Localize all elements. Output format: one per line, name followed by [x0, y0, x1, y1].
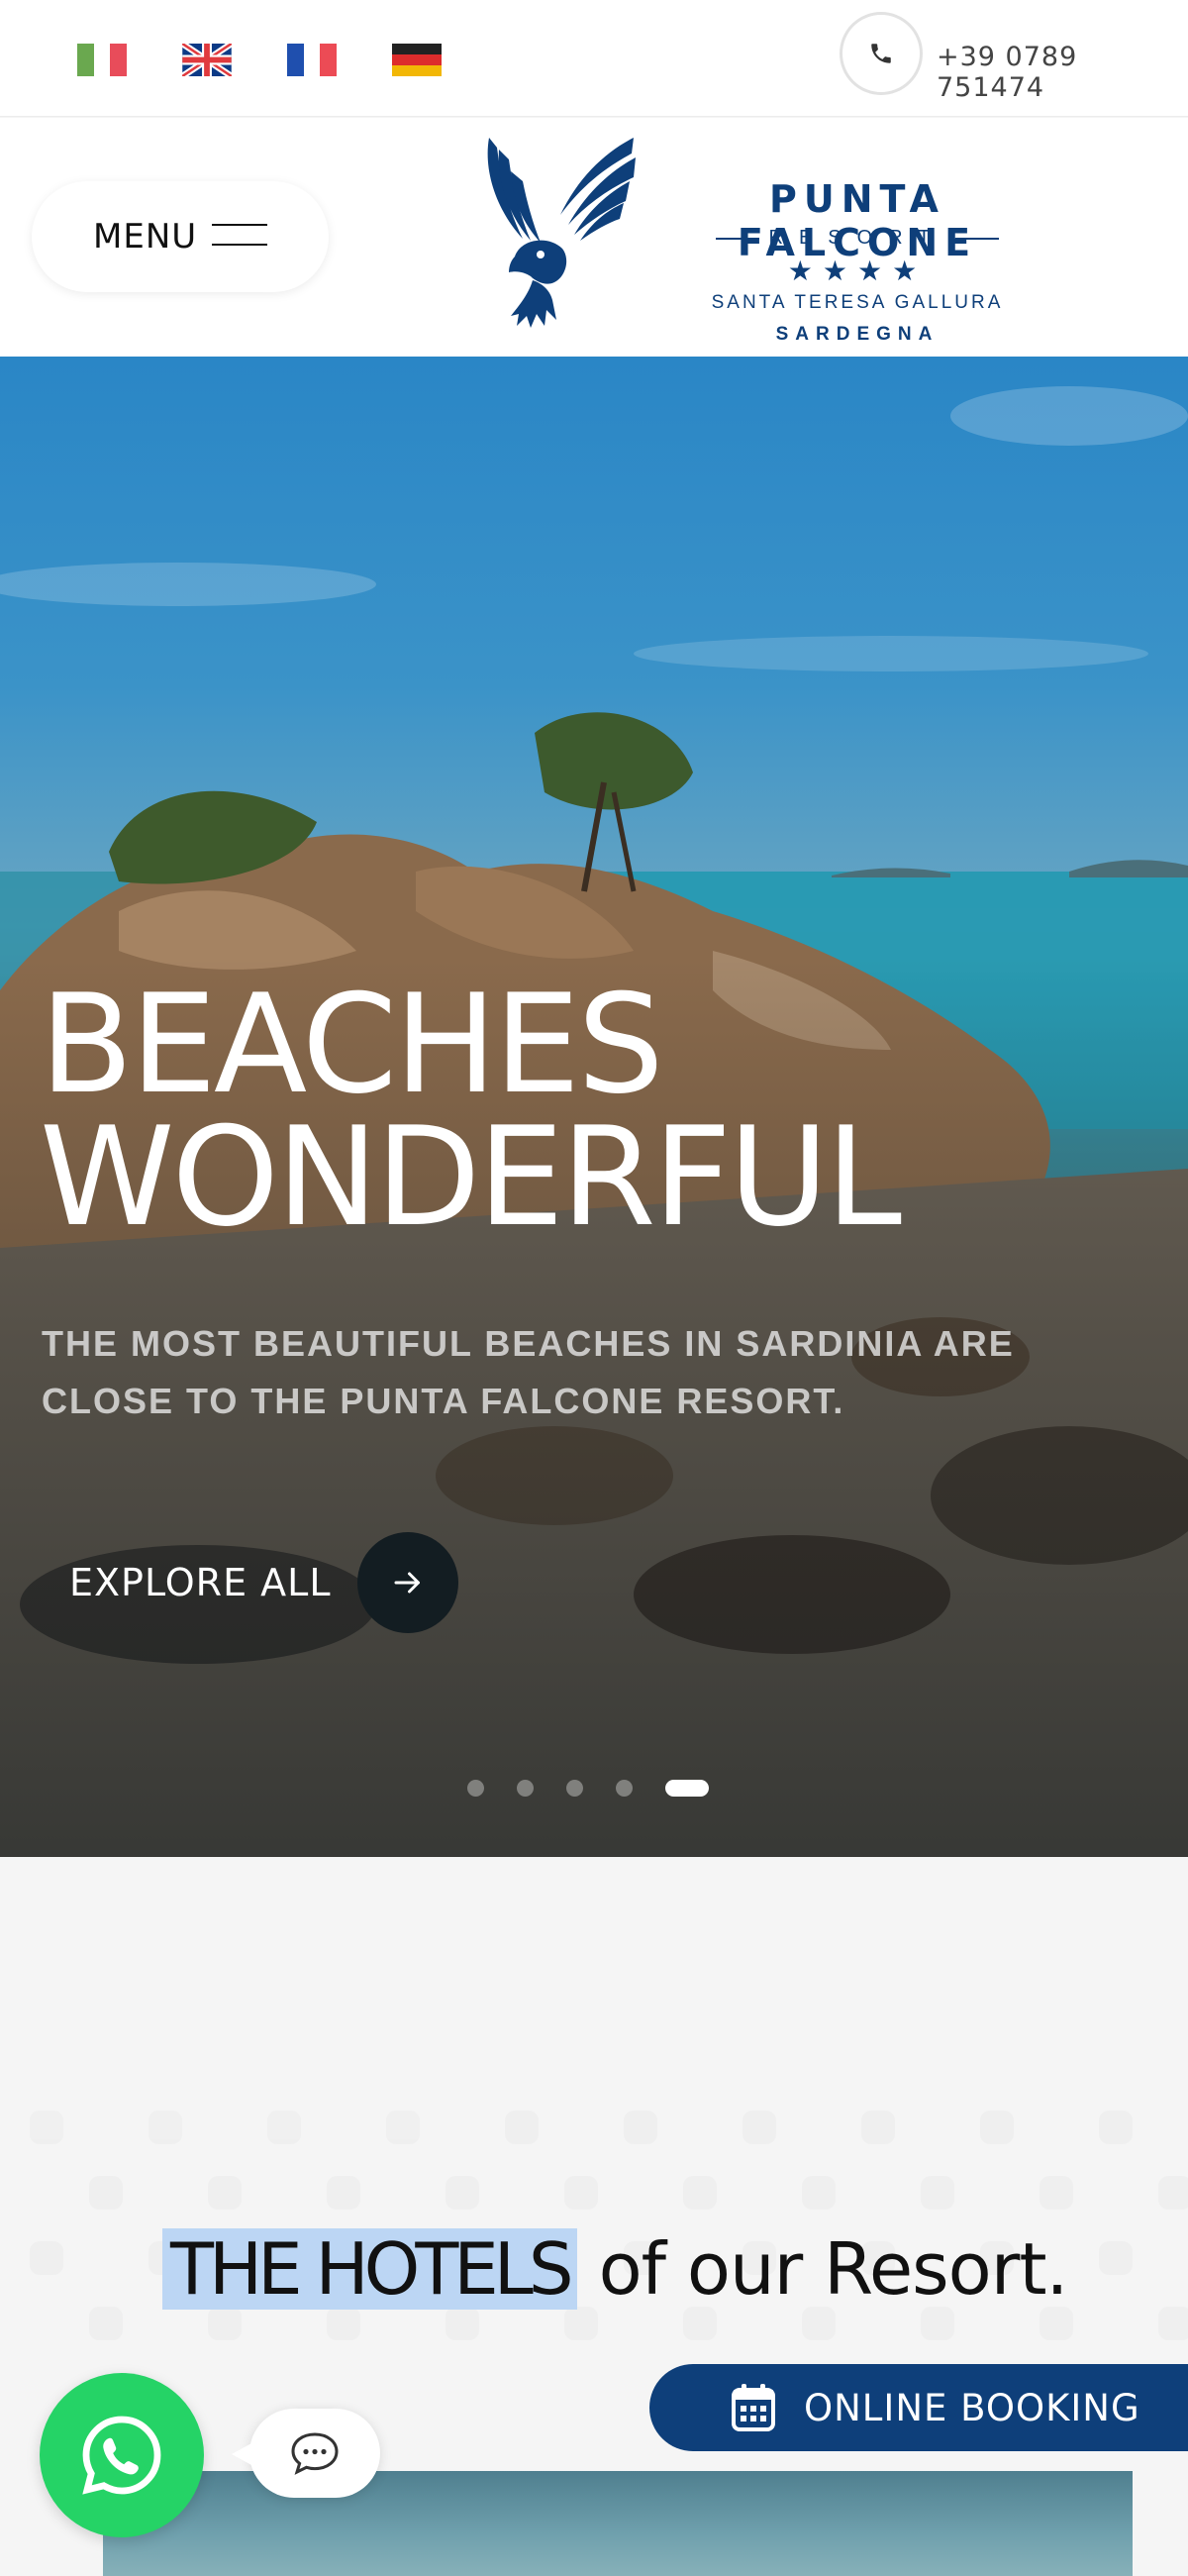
pattern-tile [921, 2176, 954, 2210]
pattern-tile [148, 2111, 182, 2144]
hero-title: BEACHES WONDERFUL [40, 965, 902, 1257]
pattern-tile [624, 2111, 657, 2144]
logo-title: PUNTA FALCONE [737, 177, 978, 264]
pattern-tile [802, 2176, 836, 2210]
phone-number-link[interactable]: +39 0789 751474 [937, 42, 1188, 103]
language-it-flag-icon[interactable] [77, 44, 128, 76]
pattern-tile [89, 2176, 123, 2210]
hamburger-icon [212, 224, 267, 248]
chat-icon [291, 2432, 339, 2475]
pattern-tile [980, 2111, 1014, 2144]
pattern-tile [1158, 2176, 1188, 2210]
pattern-tile [683, 2307, 717, 2340]
slider-dot-1[interactable] [467, 1780, 484, 1797]
pattern-tile [921, 2307, 954, 2340]
logo-resort-text: RESORT [768, 227, 946, 249]
arrow-right-icon[interactable] [356, 1532, 458, 1633]
pattern-tile [564, 2307, 598, 2340]
pattern-tile [683, 2176, 717, 2210]
online-booking-label: ONLINE BOOKING [804, 2386, 1140, 2429]
logo-region: SARDEGNA [775, 324, 940, 345]
calendar-icon [732, 2384, 775, 2431]
hero-slider: BEACHES WONDERFUL THE MOST BEAUTIFUL BEA… [0, 357, 1188, 1857]
slider-dot-2[interactable] [517, 1780, 534, 1797]
pattern-tile [564, 2176, 598, 2210]
logo-stars: ★★★★ [787, 256, 928, 286]
pattern-tile [30, 2111, 63, 2144]
pattern-tile [1158, 2307, 1188, 2340]
pattern-tile [1040, 2307, 1073, 2340]
pattern-tile [89, 2307, 123, 2340]
section-title: THE HOTELS of our Resort. [162, 2227, 1069, 2311]
language-en-flag-icon[interactable] [182, 44, 232, 76]
slider-dot-4[interactable] [616, 1780, 633, 1797]
slider-dot-5-active[interactable] [665, 1780, 709, 1797]
site-header: MENU PUNTA FALCONE RESORT ★★★★ SANTA TER… [0, 118, 1188, 357]
top-bar: +39 0789 751474 [0, 0, 1188, 117]
online-booking-button[interactable]: ONLINE BOOKING [649, 2364, 1188, 2451]
falcon-logo-icon[interactable] [475, 132, 640, 330]
logo-place: SANTA TERESA GALLURA [711, 292, 1004, 313]
hotel-image[interactable] [103, 2471, 1133, 2576]
pattern-tile [327, 2307, 360, 2340]
explore-all-label: EXPLORE ALL [69, 1561, 332, 1604]
whatsapp-button[interactable] [40, 2373, 204, 2537]
pattern-tile [446, 2176, 479, 2210]
pattern-tile [267, 2111, 301, 2144]
menu-button[interactable]: MENU [32, 181, 329, 292]
explore-all-button[interactable]: EXPLORE ALL [69, 1532, 458, 1633]
pattern-tile [861, 2111, 895, 2144]
pattern-tile [1099, 2111, 1133, 2144]
whatsapp-icon [82, 2416, 161, 2495]
pattern-tile [208, 2176, 242, 2210]
language-fr-flag-icon[interactable] [287, 44, 338, 76]
section-title-highlight: THE HOTELS [162, 2227, 577, 2311]
pattern-tile [446, 2307, 479, 2340]
pattern-tile [802, 2307, 836, 2340]
language-de-flag-icon[interactable] [392, 44, 442, 76]
chat-bubble-button[interactable] [232, 2409, 380, 2498]
pattern-tile [1099, 2241, 1133, 2275]
pattern-tile [30, 2241, 63, 2275]
slider-dot-3[interactable] [566, 1780, 583, 1797]
pattern-tile [742, 2111, 776, 2144]
pattern-tile [1040, 2176, 1073, 2210]
logo-resort: RESORT [681, 227, 1034, 250]
menu-label: MENU [93, 217, 198, 257]
section-title-rest: of our Resort. [598, 2227, 1069, 2311]
slider-pagination [467, 1780, 709, 1797]
pattern-tile [386, 2111, 420, 2144]
pattern-tile [208, 2307, 242, 2340]
phone-icon[interactable] [840, 12, 923, 95]
hero-subtitle: THE MOST BEAUTIFUL BEACHES IN SARDINIA A… [42, 1323, 1015, 1421]
pattern-tile [505, 2111, 539, 2144]
pattern-tile [327, 2176, 360, 2210]
